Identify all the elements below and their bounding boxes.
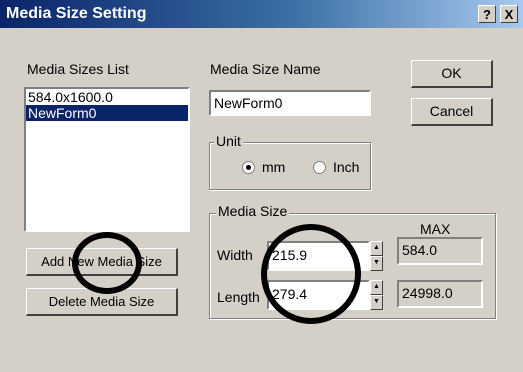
mm-radio-label[interactable]: mm: [262, 159, 285, 175]
inch-radio-label[interactable]: Inch: [333, 159, 359, 175]
width-max-value: 584.0: [397, 237, 483, 265]
length-max-value: 24998.0: [397, 280, 483, 308]
list-item[interactable]: 584.0x1600.0: [26, 89, 188, 105]
media-size-name-label: Media Size Name: [210, 61, 321, 77]
mm-radio[interactable]: [242, 161, 255, 174]
cancel-button[interactable]: Cancel: [411, 98, 493, 126]
list-item-selected[interactable]: NewForm0: [26, 105, 188, 121]
radio-dot-icon: [246, 165, 251, 170]
spin-up-icon[interactable]: ▲: [370, 280, 383, 295]
highlight-circle-size-fields: [261, 224, 361, 324]
media-size-name-input[interactable]: NewForm0: [209, 90, 371, 116]
spin-up-icon[interactable]: ▲: [370, 241, 383, 256]
max-label: MAX: [420, 221, 451, 237]
unit-group-title: Unit: [214, 133, 243, 149]
ok-button[interactable]: OK: [411, 60, 493, 88]
inch-radio[interactable]: [313, 161, 326, 174]
spin-down-icon[interactable]: ▼: [370, 295, 383, 310]
length-spinner[interactable]: ▲ ▼: [370, 280, 383, 310]
highlight-circle-add: [72, 232, 142, 294]
spin-down-icon[interactable]: ▼: [370, 256, 383, 271]
help-button[interactable]: ?: [478, 5, 496, 23]
length-label: Length: [217, 289, 260, 305]
window-title: Media Size Setting: [6, 5, 147, 22]
width-label: Width: [217, 247, 253, 263]
width-spinner[interactable]: ▲ ▼: [370, 241, 383, 271]
title-bar: Media Size Setting ? X: [0, 0, 523, 28]
media-sizes-list-label: Media Sizes List: [27, 61, 129, 77]
media-size-group-title: Media Size: [216, 203, 290, 219]
close-button[interactable]: X: [500, 5, 518, 23]
media-sizes-list[interactable]: 584.0x1600.0 NewForm0: [24, 87, 190, 232]
